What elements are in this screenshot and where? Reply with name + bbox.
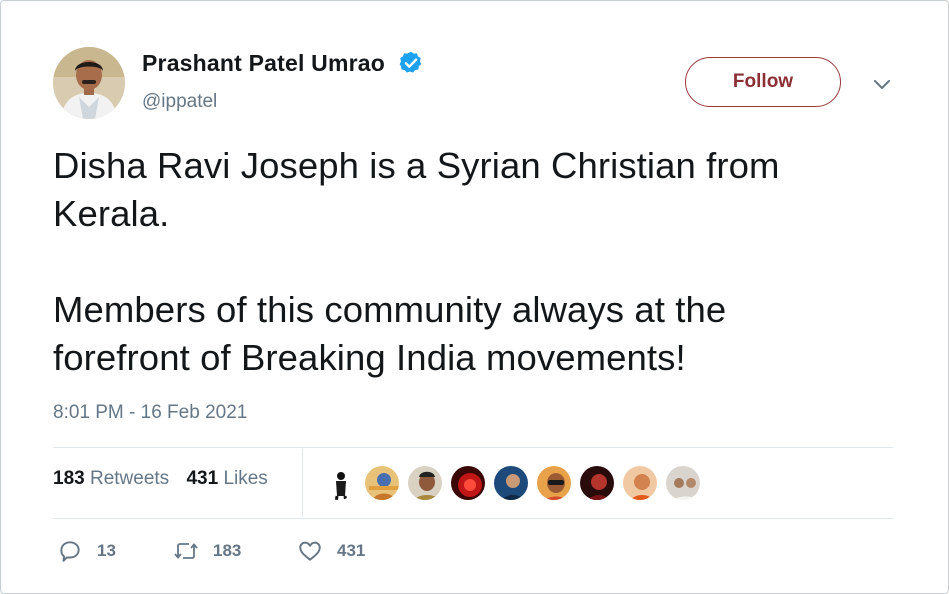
liker-avatar[interactable] <box>449 464 487 502</box>
retweets-count: 183 <box>53 468 85 489</box>
retweet-icon <box>174 543 198 559</box>
retweet-count: 183 <box>213 541 242 560</box>
author-avatar[interactable] <box>53 47 125 119</box>
tweet-text: Disha Ravi Joseph is a Syrian Christian … <box>53 145 780 378</box>
liker-avatar[interactable] <box>406 464 444 502</box>
author-name[interactable]: Prashant Patel Umrao <box>142 50 385 76</box>
reply-button[interactable]: 13 <box>57 538 116 564</box>
author-name-row[interactable]: Prashant Patel Umrao <box>142 50 424 77</box>
retweet-button[interactable]: 183 <box>173 538 241 564</box>
heart-icon <box>299 541 321 561</box>
tweet-actions: 13 183 431 <box>53 538 453 566</box>
tweet-timestamp[interactable]: 8:01 PM - 16 Feb 2021 <box>53 402 247 424</box>
like-button[interactable]: 431 <box>297 538 365 564</box>
divider-top <box>53 447 893 448</box>
like-count: 431 <box>337 541 366 560</box>
likes-label: Likes <box>223 468 268 489</box>
stats-separator <box>302 449 303 517</box>
likes-stat[interactable]: 431 Likes <box>186 468 267 489</box>
divider-bottom <box>53 518 893 519</box>
liker-avatar[interactable] <box>578 464 616 502</box>
liker-avatar[interactable] <box>363 464 401 502</box>
chevron-down-icon[interactable] <box>871 73 893 95</box>
engagement-stats: 183 Retweets 431 Likes <box>53 468 268 490</box>
retweets-label: Retweets <box>89 468 170 489</box>
liker-avatar[interactable] <box>535 464 573 502</box>
reply-icon <box>60 541 80 562</box>
liker-avatar[interactable] <box>320 464 358 502</box>
liker-avatar[interactable] <box>492 464 530 502</box>
reply-count: 13 <box>97 541 116 560</box>
follow-button[interactable]: Follow <box>685 57 841 107</box>
author-photo <box>53 47 125 119</box>
retweets-stat[interactable]: 183 Retweets <box>53 468 169 489</box>
liker-avatar[interactable] <box>664 464 702 502</box>
likes-count: 431 <box>186 468 219 489</box>
liker-avatar[interactable] <box>621 464 659 502</box>
author-handle[interactable]: @ippatel <box>142 91 217 113</box>
verified-badge-icon <box>399 51 421 73</box>
